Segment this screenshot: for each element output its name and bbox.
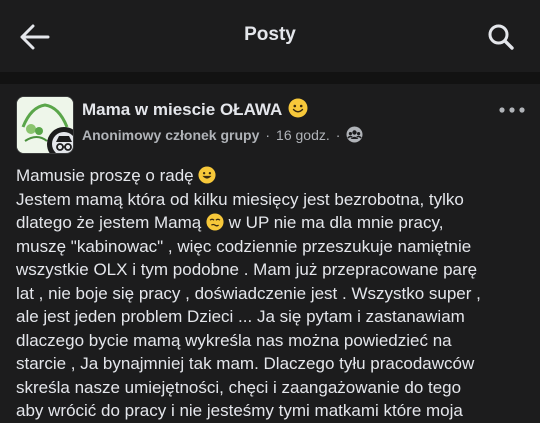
post-line: skreśla nasze umiejętności, chęci i zaan… <box>16 377 462 397</box>
post-author[interactable]: Anonimowy członek grupy <box>82 127 259 143</box>
meta-separator-2: · <box>335 126 341 143</box>
page-title: Posty <box>244 24 296 45</box>
post-line: Jestem mamą która od kilku miesięcy jest… <box>16 189 464 209</box>
search-icon <box>488 24 514 50</box>
group-name-text: Mama w miescie OŁAWA <box>82 100 283 119</box>
back-button[interactable] <box>18 20 52 54</box>
anonymous-badge <box>47 127 73 153</box>
smile-emoji-icon <box>198 166 216 184</box>
more-icon <box>499 107 525 113</box>
post-time[interactable]: 16 godz. <box>276 127 330 143</box>
smile-emoji-icon <box>288 98 308 123</box>
post-line: Mamusie proszę o radę <box>16 164 526 188</box>
post-line: dlatego że jestem Mamą w UP nie ma dla m… <box>16 213 444 232</box>
post-line: muszę "kabinowac" , więc codziennie prze… <box>16 236 472 256</box>
post-line: starcie , Ja bynajmniej tak mam. Dlaczeg… <box>16 354 475 373</box>
post-line: ale jest jeden problem Dzieci ... Ja się… <box>16 307 465 326</box>
post-body: Mamusie proszę o radę Jestem mamą która … <box>16 164 526 423</box>
meta-separator: · <box>265 126 271 143</box>
back-arrow-icon <box>20 24 50 50</box>
section-divider <box>0 72 540 84</box>
group-name[interactable]: Mama w miescie OŁAWA <box>82 98 308 123</box>
post-more-button[interactable] <box>498 100 526 120</box>
search-button[interactable] <box>484 20 518 54</box>
group-avatar[interactable] <box>16 96 74 154</box>
post-line: lat , nie boje się pracy , doświadczenie… <box>16 283 481 303</box>
confused-emoji-icon <box>206 213 224 231</box>
top-bar: Posty <box>0 0 540 72</box>
post-line: aby wrócić do pracy i nie jesteśmy tymi … <box>16 401 463 420</box>
post-card: Mama w miescie OŁAWA Anonimowy członek g… <box>0 84 540 420</box>
anonymous-icon <box>52 132 73 153</box>
post-line: dlaczego bycie mamą wykreśla nas można p… <box>16 330 452 350</box>
post-line: wszystkie OLX i tym podobne . Mam już pr… <box>16 260 478 279</box>
group-icon <box>346 126 363 143</box>
post-meta: Anonimowy członek grupy · 16 godz. · <box>82 126 363 143</box>
